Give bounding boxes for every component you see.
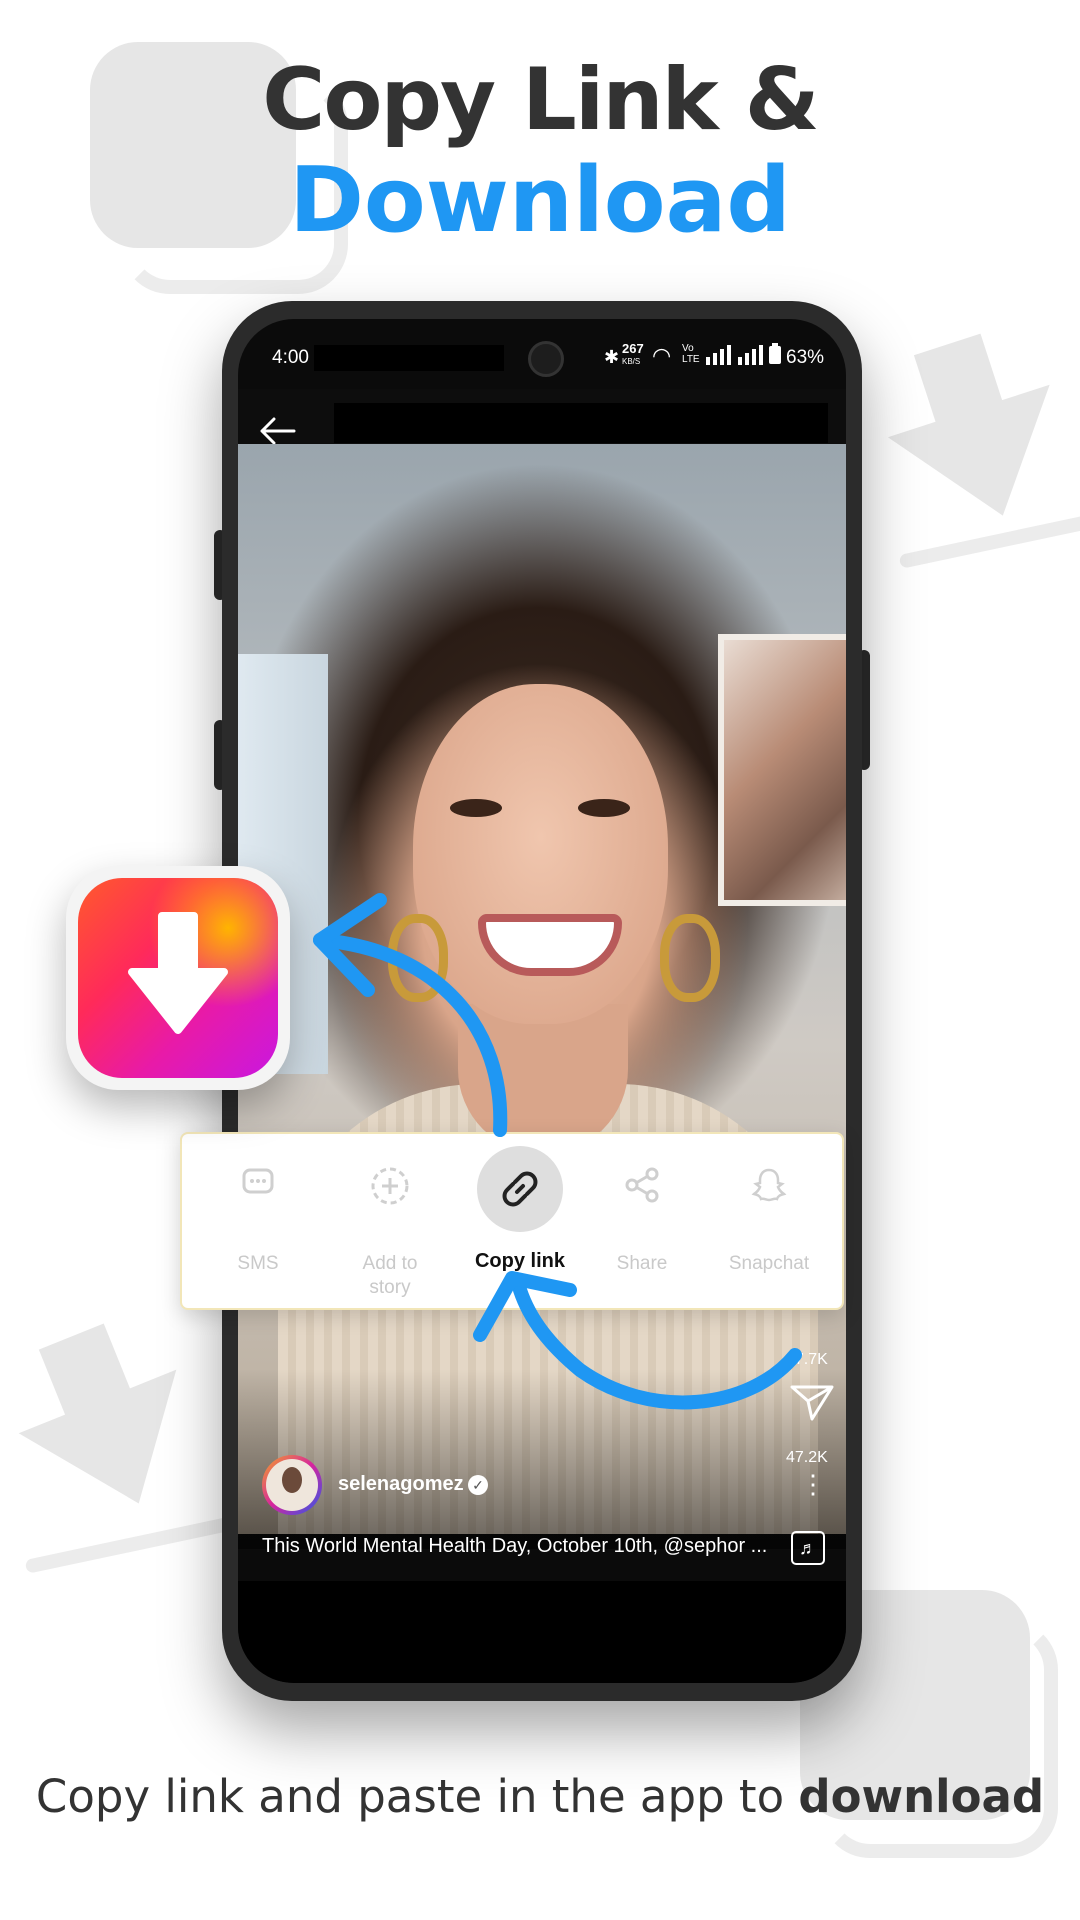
download-arrow-icon <box>128 912 228 1034</box>
share-label-add-to-story: Add to story <box>362 1253 418 1298</box>
earring-right <box>660 914 720 1002</box>
headline-copy-link: Copy Link & <box>262 50 819 150</box>
share-option-sms[interactable]: SMS <box>188 1134 328 1308</box>
bottom-nav-bar <box>238 1581 846 1683</box>
net-speed-unit: KB/S <box>622 357 641 366</box>
audio-icon[interactable]: ♬ <box>791 1531 825 1565</box>
avatar[interactable] <box>262 1455 322 1515</box>
avatar-face <box>282 1467 302 1493</box>
app-icon-gradient <box>78 878 278 1078</box>
volte-icon: Vo LTE <box>682 343 700 365</box>
sms-icon <box>242 1168 274 1194</box>
post-caption[interactable]: This World Mental Health Day, October 10… <box>262 1535 767 1558</box>
downloader-app-icon[interactable] <box>66 866 290 1090</box>
share-option-add-to-story[interactable]: Add to story <box>328 1134 452 1308</box>
wifi-icon: ◠ <box>652 343 672 368</box>
share-icon <box>625 1167 659 1203</box>
avatar-photo <box>266 1459 318 1511</box>
net-speed: 267 <box>622 341 644 356</box>
username[interactable]: selenagomez <box>338 1473 464 1496</box>
headline-download: Download <box>289 148 791 253</box>
add-story-icon <box>371 1167 409 1205</box>
status-bar: 4:00 ✱ 267 KB/S ◠ Vo LTE 63% <box>238 319 846 389</box>
footer-text-plain: Copy link and paste in the app to <box>35 1770 799 1823</box>
redacted-bar <box>314 345 504 371</box>
person-eye-right <box>578 799 630 817</box>
status-time: 4:00 <box>272 347 309 368</box>
copy-link-button[interactable] <box>477 1146 563 1232</box>
footer-text-bold: download <box>798 1770 1045 1823</box>
redacted-title <box>334 403 828 443</box>
battery-icon <box>769 343 781 364</box>
arrow-to-copy-link <box>473 1271 802 1410</box>
verified-badge-icon: ✓ <box>468 1475 488 1495</box>
share-label-sms: SMS <box>237 1253 279 1274</box>
signal-icon-2 <box>738 345 763 365</box>
footer-instruction: Copy link and paste in the app to downlo… <box>0 1770 1080 1823</box>
back-arrow-icon[interactable] <box>258 417 296 445</box>
shares-count: 47.2K <box>786 1449 828 1466</box>
bluetooth-icon: ✱ <box>604 347 620 367</box>
snapchat-icon <box>751 1168 787 1202</box>
arrow-to-app-icon <box>313 893 508 1137</box>
front-camera <box>528 341 564 377</box>
background-wall-photo <box>718 634 846 906</box>
battery-percent: 63% <box>786 347 825 368</box>
link-icon <box>502 1171 538 1207</box>
more-options-icon[interactable]: ⋮ <box>800 1471 826 1497</box>
person-eye-left <box>450 799 502 817</box>
signal-icon-1 <box>706 345 731 365</box>
